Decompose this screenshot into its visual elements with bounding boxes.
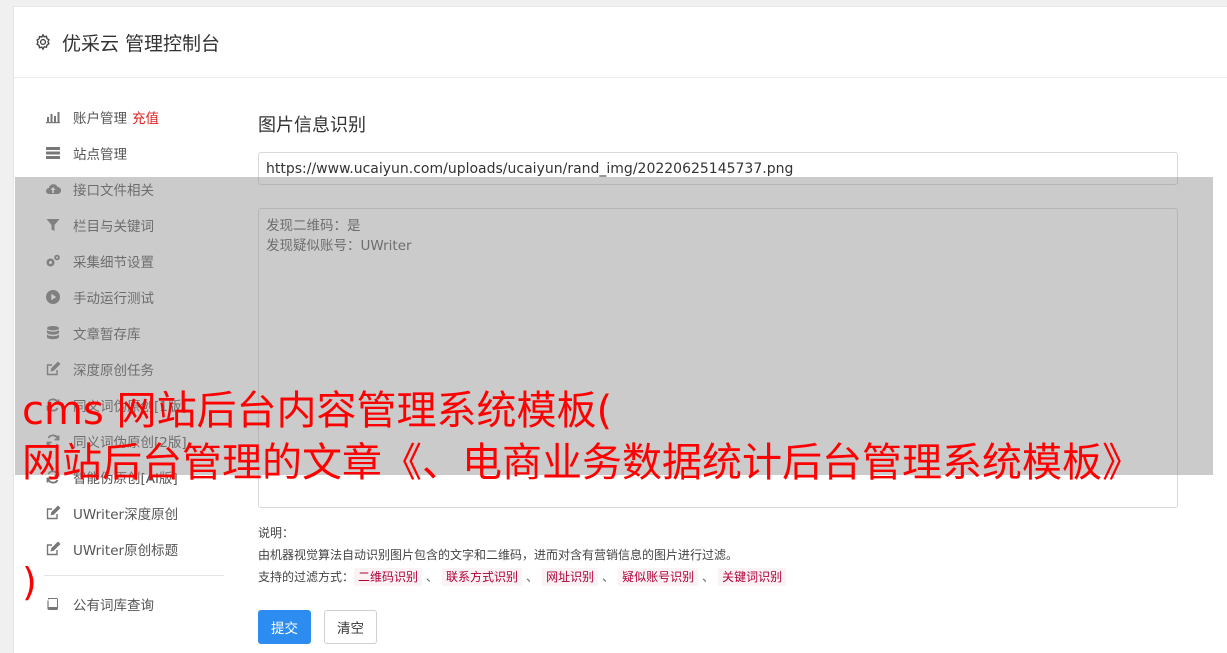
sidebar-item-deep-original[interactable]: 深度原创任务 — [44, 351, 224, 387]
result-line-account: 发现疑似账号：UWriter — [266, 238, 412, 254]
sidebar-item-label: 深度原创任务 — [73, 363, 154, 379]
sidebar-item-api-files[interactable]: 接口文件相关 — [44, 171, 224, 207]
book-icon — [44, 595, 62, 613]
action-buttons: 提交 清空 — [258, 610, 1178, 644]
filter-tag-account: 疑似账号识别 — [618, 568, 699, 586]
edit-icon — [44, 504, 62, 522]
sidebar-item-uwriter-title[interactable]: UWriter原创标题 — [44, 531, 224, 567]
edit-icon — [44, 540, 62, 558]
sidebar-item-label: UWriter深度原创 — [73, 507, 179, 523]
filter-separator: 、 — [702, 570, 715, 584]
notes: 说明： 由机器视觉算法自动识别图片包含的文字和二维码，进而对含有营销信息的图片进… — [258, 522, 1178, 588]
database-icon — [44, 324, 62, 342]
sidebar-item-label: 账户管理 — [73, 111, 127, 127]
gears-icon — [44, 252, 62, 270]
sidebar-item-label: 手动运行测试 — [73, 291, 154, 307]
gear-icon — [36, 33, 50, 51]
notes-description: 由机器视觉算法自动识别图片包含的文字和二维码，进而对含有营销信息的图片进行过滤。 — [258, 548, 739, 562]
sidebar-item-label: 站点管理 — [73, 147, 127, 163]
sidebar-item-manual-test[interactable]: 手动运行测试 — [44, 279, 224, 315]
console-card: 优采云 管理控制台 账户管理 充值 站点管理 接口文件相关 栏目与关键词 采集细… — [13, 6, 1227, 653]
sidebar-item-label: 文章暂存库 — [73, 327, 141, 343]
sidebar-item-account[interactable]: 账户管理 充值 — [44, 99, 224, 135]
filter-separator: 、 — [602, 570, 615, 584]
console-header: 优采云 管理控制台 — [14, 7, 1227, 78]
watermark-line-3: ) — [22, 560, 37, 604]
filter-tag-qrcode: 二维码识别 — [354, 568, 423, 586]
notes-label: 说明： — [258, 526, 295, 540]
filter-separator: 、 — [426, 570, 439, 584]
edit-icon — [44, 360, 62, 378]
submit-button[interactable]: 提交 — [258, 610, 311, 644]
image-url-input[interactable] — [258, 152, 1178, 185]
watermark-banner: cms 网站后台内容管理系统模板( 网站后台管理的文章《、电商业务数据统计后台管… — [22, 385, 1142, 489]
play-circle-icon — [44, 288, 62, 306]
watermark-line-1: cms 网站后台内容管理系统模板( — [22, 388, 613, 434]
filter-tag-keyword: 关键词识别 — [718, 568, 787, 586]
sidebar: 账户管理 充值 站点管理 接口文件相关 栏目与关键词 采集细节设置 手动运行测试… — [44, 99, 224, 622]
filters-label: 支持的过滤方式： — [258, 570, 355, 584]
sidebar-item-label: 采集细节设置 — [73, 255, 154, 271]
recharge-link[interactable]: 充值 — [132, 107, 159, 127]
sidebar-item-columns-keywords[interactable]: 栏目与关键词 — [44, 207, 224, 243]
bar-chart-icon — [44, 108, 62, 126]
result-line-qrcode: 发现二维码：是 — [266, 218, 361, 234]
server-icon — [44, 144, 62, 162]
sidebar-item-collect-settings[interactable]: 采集细节设置 — [44, 243, 224, 279]
filter-separator: 、 — [526, 570, 539, 584]
sidebar-item-label: 栏目与关键词 — [73, 219, 154, 235]
sidebar-item-uwriter-deep[interactable]: UWriter深度原创 — [44, 495, 224, 531]
sidebar-item-label: 接口文件相关 — [73, 183, 154, 199]
sidebar-divider — [44, 575, 224, 576]
watermark-line-2: 网站后台管理的文章《、电商业务数据统计后台管理系统模板》 — [22, 440, 1142, 486]
sidebar-item-label: UWriter原创标题 — [73, 543, 179, 559]
sidebar-item-public-dictionary[interactable]: 公有词库查询 — [44, 586, 224, 622]
filter-icon — [44, 216, 62, 234]
filter-tag-url: 网址识别 — [542, 568, 599, 586]
sidebar-item-sites[interactable]: 站点管理 — [44, 135, 224, 171]
main-panel: 图片信息识别 发现二维码：是 发现疑似账号：UWriter 说明： 由机器视觉算… — [258, 103, 1178, 644]
filters-row: 支持的过滤方式： 二维码识别、联系方式识别、网址识别、疑似账号识别、关键词识别 — [258, 566, 1178, 588]
clear-button[interactable]: 清空 — [324, 610, 377, 644]
sidebar-item-article-store[interactable]: 文章暂存库 — [44, 315, 224, 351]
sidebar-item-label: 公有词库查询 — [73, 598, 154, 614]
page-title: 优采云 管理控制台 — [62, 32, 221, 55]
section-title: 图片信息识别 — [258, 115, 366, 136]
cloud-upload-icon — [44, 180, 62, 198]
filter-tag-contact: 联系方式识别 — [442, 568, 523, 586]
